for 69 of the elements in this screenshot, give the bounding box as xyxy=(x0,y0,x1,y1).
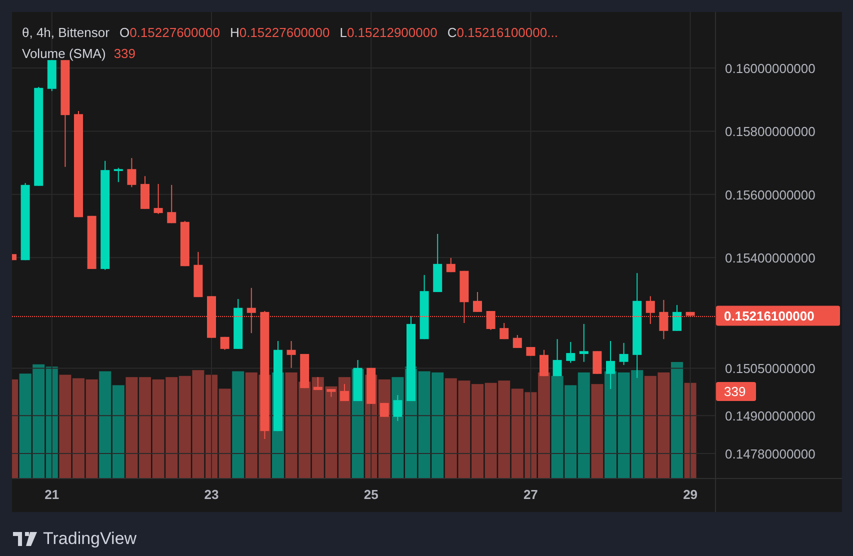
candlestick xyxy=(127,158,136,188)
volume-indicator-value: 339 xyxy=(114,45,136,62)
price-axis-label: 0.15800000000 xyxy=(725,124,816,140)
price-axis-label: 0.15600000000 xyxy=(725,187,816,202)
candlestick xyxy=(420,274,429,340)
candlestick xyxy=(154,183,163,214)
candlestick xyxy=(194,251,203,298)
candlestick xyxy=(433,233,442,293)
price-axis-label: 0.16000000000 xyxy=(725,61,816,76)
candlestick xyxy=(180,220,190,267)
candlestick xyxy=(540,349,548,377)
symbol-title: θ, 4h, Bittensor xyxy=(22,24,110,41)
candlestick xyxy=(12,254,16,261)
ohlc-key: C xyxy=(447,24,457,41)
ohlc-value: 0.15212900000 xyxy=(346,24,438,41)
candlestick xyxy=(526,346,536,356)
brand-name: TradingView xyxy=(43,528,137,550)
candlestick xyxy=(619,342,628,366)
candlestick xyxy=(393,394,402,422)
candlestick xyxy=(234,298,243,350)
ohlc-value: 0.15227600000 xyxy=(130,24,220,41)
ohlc-key: L xyxy=(340,24,347,41)
time-axis-label: 23 xyxy=(204,487,219,502)
candlestick xyxy=(246,287,256,334)
price-axis-label: 0.15400000000 xyxy=(725,250,816,266)
candlestick xyxy=(686,311,695,318)
candlestick xyxy=(486,310,496,330)
time-axis-label: 21 xyxy=(44,487,60,502)
candlestick xyxy=(286,340,296,368)
candlestick xyxy=(512,334,522,348)
price-axis-label: 0.14900000000 xyxy=(725,408,816,424)
candlestick xyxy=(500,322,509,340)
candlestick xyxy=(207,296,216,338)
candlestick xyxy=(672,304,682,332)
candlestick xyxy=(606,340,615,390)
candlestick xyxy=(353,359,362,402)
ohlc-key: O xyxy=(119,24,130,41)
candlestick xyxy=(659,299,668,340)
candlestick xyxy=(300,353,310,389)
candlestick xyxy=(140,176,150,210)
candlestick xyxy=(566,341,576,364)
volume-indicator-label: Volume (SMA) xyxy=(22,45,106,62)
ohlc-key: H xyxy=(230,24,240,41)
candlestick xyxy=(592,350,602,374)
candlestick xyxy=(313,376,322,390)
time-axis-label: 29 xyxy=(683,487,698,502)
candlestick xyxy=(220,336,230,350)
candlestick xyxy=(460,270,469,324)
candlestick xyxy=(167,184,176,224)
ohlc-value: 0.15227600000 xyxy=(239,24,330,41)
candlestick xyxy=(366,367,376,404)
candlestick xyxy=(552,338,562,377)
price-axis-label: 0.14780000000 xyxy=(725,446,816,462)
candlestick xyxy=(473,292,482,312)
ohlc-value: 0.15216100000... xyxy=(456,24,558,41)
candlestick xyxy=(340,384,349,402)
price-axis-label: 0.15050000000 xyxy=(725,361,816,376)
price-badge: 0.15216100000 xyxy=(716,306,840,326)
logo-icon xyxy=(13,532,37,546)
candlestick xyxy=(47,60,56,92)
candlestick xyxy=(114,167,123,183)
volume-badge: 339 xyxy=(716,382,756,401)
time-axis-label: 25 xyxy=(364,487,378,502)
candlestick xyxy=(446,257,456,273)
candlestick xyxy=(87,215,96,270)
time-axis-label: 27 xyxy=(523,487,538,502)
candlestick xyxy=(646,296,655,324)
candlestick xyxy=(326,388,336,398)
candlestick xyxy=(579,323,588,362)
